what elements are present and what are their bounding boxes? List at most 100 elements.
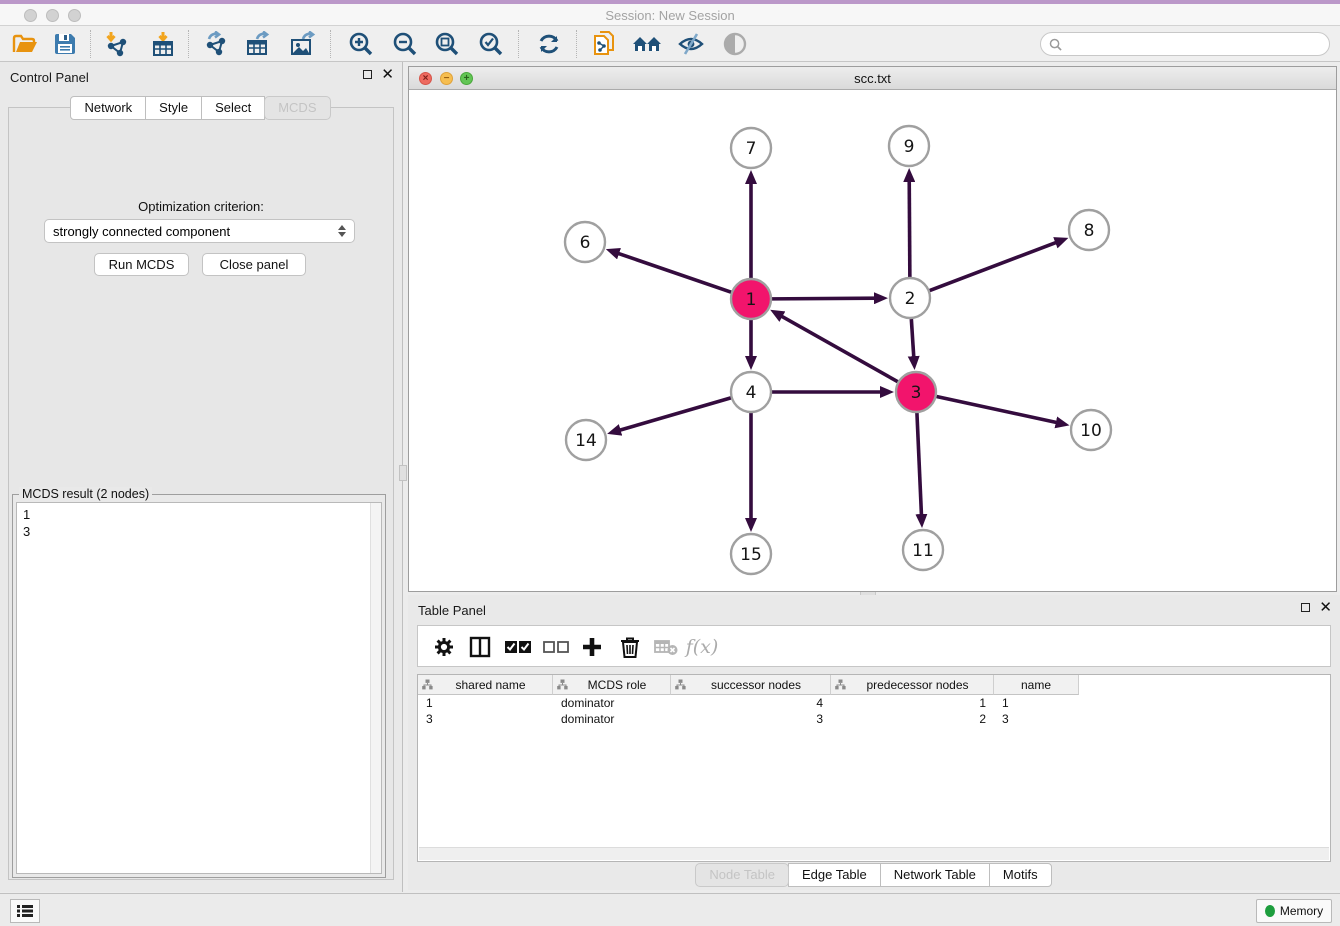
tab-mcds[interactable]: MCDS bbox=[264, 96, 330, 120]
graph-node-1[interactable]: 1 bbox=[731, 279, 771, 319]
optimization-criterion-dropdown[interactable]: strongly connected component bbox=[44, 219, 355, 243]
toolbar-separator bbox=[518, 30, 519, 58]
control-panel-close-icon[interactable]: ✕ bbox=[381, 70, 394, 79]
graph-node-10[interactable]: 10 bbox=[1071, 410, 1111, 450]
table-cell: 3 bbox=[418, 712, 553, 726]
graph-edge-1-6[interactable] bbox=[617, 253, 731, 292]
graph-edge-1-2[interactable] bbox=[772, 298, 876, 299]
tab-edge-table[interactable]: Edge Table bbox=[788, 863, 881, 887]
delete-column-icon[interactable] bbox=[614, 631, 646, 663]
svg-text:11: 11 bbox=[912, 541, 934, 561]
column-header-predecessor-nodes[interactable]: predecessor nodes bbox=[831, 675, 994, 695]
delete-table-icon[interactable] bbox=[650, 631, 682, 663]
table-panel-float-icon[interactable] bbox=[1301, 603, 1310, 612]
save-session-icon[interactable] bbox=[48, 29, 82, 59]
graph-node-9[interactable]: 9 bbox=[889, 126, 929, 166]
status-bar: Memory bbox=[0, 893, 1340, 926]
titlebar: Session: New Session bbox=[0, 0, 1340, 26]
column-header-MCDS-role[interactable]: MCDS role bbox=[553, 675, 671, 695]
svg-text:1: 1 bbox=[746, 290, 757, 310]
table-row[interactable]: 3dominator323 bbox=[418, 711, 1330, 727]
toolbar-separator bbox=[330, 30, 331, 58]
graph-node-14[interactable]: 14 bbox=[566, 420, 606, 460]
refresh-layout-icon[interactable] bbox=[532, 29, 566, 59]
apply-function-icon[interactable]: f(x) bbox=[686, 631, 718, 663]
zoom-in-icon[interactable] bbox=[344, 29, 378, 59]
graph-node-2[interactable]: 2 bbox=[890, 278, 930, 318]
deselect-all-icon[interactable] bbox=[540, 631, 572, 663]
open-session-icon[interactable] bbox=[8, 29, 42, 59]
graph-edge-2-8[interactable] bbox=[930, 242, 1058, 290]
svg-text:2: 2 bbox=[905, 289, 916, 309]
split-column-icon[interactable] bbox=[464, 631, 496, 663]
graph-edge-4-14[interactable] bbox=[619, 398, 731, 431]
tab-select[interactable]: Select bbox=[201, 96, 265, 120]
graph-node-15[interactable]: 15 bbox=[731, 534, 771, 574]
tab-motifs[interactable]: Motifs bbox=[989, 863, 1052, 887]
column-type-icon bbox=[422, 679, 433, 690]
import-table-icon[interactable] bbox=[146, 29, 180, 59]
export-network-icon[interactable] bbox=[200, 29, 234, 59]
graph-edge-3-10[interactable] bbox=[937, 396, 1058, 422]
memory-label: Memory bbox=[1280, 904, 1323, 918]
application-window: Session: New Session bbox=[0, 0, 1340, 926]
result-scrollbar[interactable] bbox=[370, 503, 381, 873]
graph-node-3[interactable]: 3 bbox=[896, 372, 936, 412]
node-table: shared nameMCDS rolesuccessor nodesprede… bbox=[417, 674, 1331, 862]
graph-node-11[interactable]: 11 bbox=[903, 530, 943, 570]
graph-node-8[interactable]: 8 bbox=[1069, 210, 1109, 250]
add-column-icon[interactable] bbox=[576, 631, 608, 663]
hide-panels-icon[interactable] bbox=[674, 29, 708, 59]
toolbar-separator bbox=[188, 30, 189, 58]
graph-edge-3-1[interactable] bbox=[781, 316, 898, 382]
task-history-button[interactable] bbox=[10, 899, 40, 923]
column-type-icon bbox=[675, 679, 686, 690]
table-scrollbar[interactable] bbox=[419, 847, 1329, 860]
session-title: Session: New Session bbox=[0, 8, 1340, 23]
graph-edge-2-3[interactable] bbox=[911, 319, 913, 358]
control-panel-float-icon[interactable] bbox=[363, 70, 372, 79]
tab-network[interactable]: Network bbox=[70, 96, 146, 120]
clone-network-icon[interactable] bbox=[588, 29, 622, 59]
memory-button[interactable]: Memory bbox=[1256, 899, 1332, 923]
graph-edge-3-11[interactable] bbox=[917, 413, 922, 516]
search-input[interactable] bbox=[1067, 37, 1329, 51]
table-row[interactable]: 1dominator411 bbox=[418, 695, 1330, 711]
table-panel-close-icon[interactable]: ✕ bbox=[1319, 603, 1332, 612]
graph-node-6[interactable]: 6 bbox=[565, 222, 605, 262]
network-window-titlebar[interactable]: × − + scc.txt bbox=[409, 67, 1336, 90]
column-header-successor-nodes[interactable]: successor nodes bbox=[671, 675, 831, 695]
select-all-icon[interactable] bbox=[502, 631, 534, 663]
zoom-fit-icon[interactable] bbox=[430, 29, 464, 59]
search-field[interactable] bbox=[1040, 32, 1330, 56]
table-header-row: shared nameMCDS rolesuccessor nodesprede… bbox=[418, 675, 1079, 695]
tab-network-table[interactable]: Network Table bbox=[880, 863, 990, 887]
graph-edge-2-9[interactable] bbox=[909, 180, 910, 277]
close-panel-button[interactable]: Close panel bbox=[202, 253, 306, 276]
export-table-icon[interactable] bbox=[242, 29, 276, 59]
run-mcds-button[interactable]: Run MCDS bbox=[94, 253, 189, 276]
column-header-shared-name[interactable]: shared name bbox=[418, 675, 553, 695]
vertical-split-handle[interactable] bbox=[399, 465, 407, 481]
control-panel: Control Panel ✕ NetworkStyleSelectMCDS O… bbox=[0, 62, 403, 892]
control-panel-tabs: NetworkStyleSelectMCDS bbox=[0, 96, 402, 120]
table-panel: Table Panel ✕ bbox=[408, 595, 1340, 890]
network-graph[interactable]: 7 9 6 8 1 2 4 3 14 10 15 11 bbox=[409, 90, 1336, 591]
zoom-selected-icon[interactable] bbox=[474, 29, 508, 59]
import-network-icon[interactable] bbox=[100, 29, 134, 59]
zoom-out-icon[interactable] bbox=[388, 29, 422, 59]
table-settings-icon[interactable] bbox=[428, 631, 460, 663]
mcds-result-list[interactable]: 1 3 bbox=[16, 502, 382, 874]
tab-node-table[interactable]: Node Table bbox=[695, 863, 789, 887]
svg-text:15: 15 bbox=[740, 545, 762, 565]
show-panel-icon[interactable] bbox=[718, 29, 752, 59]
graph-node-7[interactable]: 7 bbox=[731, 128, 771, 168]
table-cell: dominator bbox=[553, 696, 671, 710]
tab-style[interactable]: Style bbox=[145, 96, 202, 120]
export-image-icon[interactable] bbox=[286, 29, 320, 59]
graph-node-4[interactable]: 4 bbox=[731, 372, 771, 412]
home-pages-icon[interactable] bbox=[630, 29, 664, 59]
column-header-name[interactable]: name bbox=[994, 675, 1079, 695]
mcds-result-items: 1 3 bbox=[23, 506, 30, 540]
table-cell: 3 bbox=[994, 712, 1079, 726]
